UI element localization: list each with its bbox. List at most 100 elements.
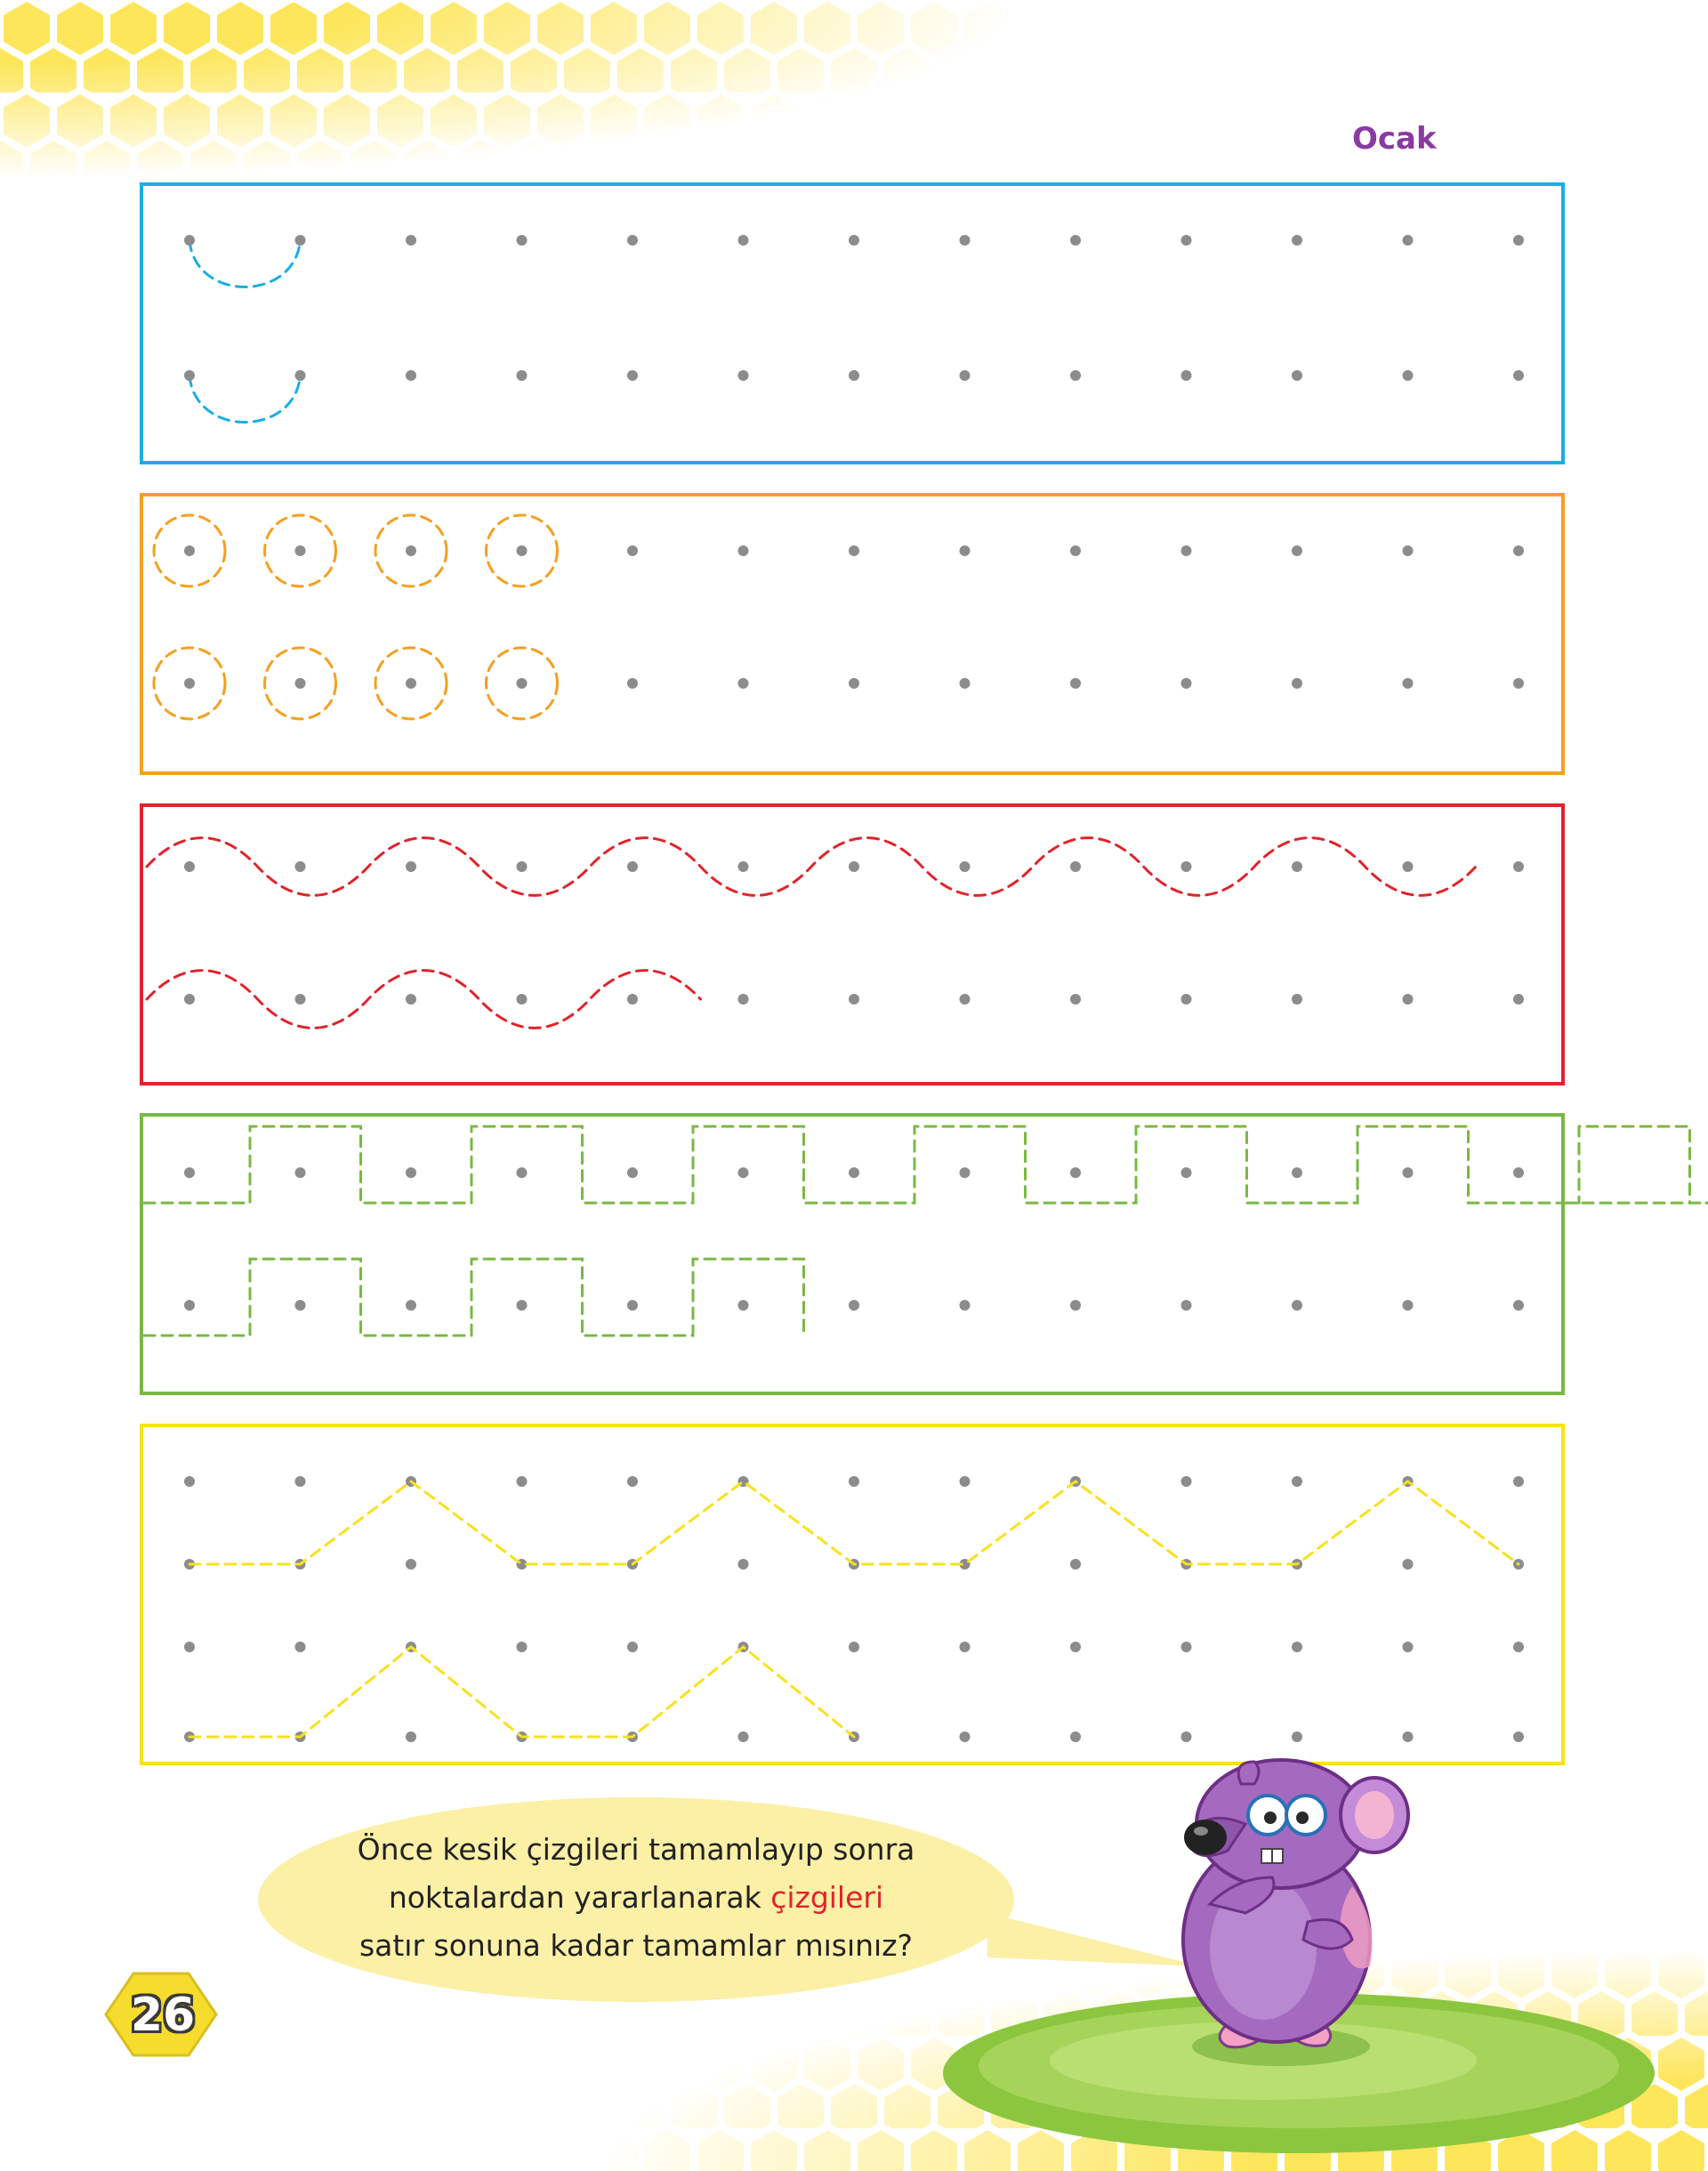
- guide-dot: [1180, 1167, 1192, 1178]
- guide-dot: [184, 1300, 195, 1311]
- guide-dot: [516, 1300, 528, 1311]
- guide-dot: [406, 861, 416, 872]
- guide-dot: [849, 861, 859, 872]
- guide-dot: [1513, 1731, 1524, 1742]
- guide-dot: [1402, 1642, 1414, 1652]
- guide-dot: [294, 1642, 306, 1652]
- guide-dot: [1402, 1300, 1414, 1311]
- month-label: Ocak: [1352, 121, 1437, 157]
- guide-dot: [1402, 1559, 1414, 1570]
- guide-dot: [1292, 545, 1302, 556]
- guide-dot: [1292, 1731, 1302, 1742]
- guide-dot: [627, 370, 638, 381]
- guide-dot: [849, 545, 859, 556]
- guide-dot: [627, 545, 638, 556]
- guide-dot: [1292, 1476, 1302, 1487]
- guide-dot: [1513, 370, 1524, 381]
- guide-dot: [849, 678, 859, 689]
- guide-dot: [1292, 1642, 1302, 1652]
- guide-dot: [184, 1167, 195, 1178]
- guide-dot: [1402, 861, 1414, 872]
- guide-dot: [184, 370, 195, 381]
- guide-dot: [1513, 1642, 1524, 1652]
- guide-dot: [1070, 994, 1081, 1005]
- guide-dot: [516, 994, 528, 1005]
- guide-dot: [1402, 1731, 1414, 1742]
- instruction-highlight-word: çizgileri: [770, 1880, 884, 1915]
- guide-dot: [1513, 678, 1524, 689]
- guide-dot: [849, 1642, 859, 1652]
- guide-dot: [849, 235, 859, 246]
- guide-dot: [1180, 545, 1192, 556]
- guide-dot: [294, 370, 306, 381]
- guide-dot: [627, 1300, 638, 1311]
- guide-dot: [959, 1300, 971, 1311]
- guide-dot: [737, 235, 749, 246]
- dashed-arc-row: [188, 238, 302, 288]
- guide-dot: [1180, 678, 1192, 689]
- guide-dot: [1402, 545, 1414, 556]
- guide-dot: [294, 235, 306, 246]
- guide-dot: [959, 994, 971, 1005]
- instruction-line-3: satır sonuna kadar tamamlar mısınız?: [359, 1928, 914, 1963]
- guide-dot: [516, 861, 528, 872]
- guide-dot: [1180, 861, 1192, 872]
- guide-dot: [1180, 1300, 1192, 1311]
- exercise-5-yellow: [140, 1424, 1565, 1765]
- guide-dot: [1180, 1731, 1192, 1742]
- guide-dot: [849, 370, 859, 381]
- guide-dot: [1180, 994, 1192, 1005]
- guide-dot: [1402, 678, 1414, 689]
- guide-dot: [627, 994, 638, 1005]
- guide-dot: [1513, 1300, 1524, 1311]
- guide-dot: [184, 861, 195, 872]
- dashed-arc-row: [188, 374, 302, 424]
- guide-dot: [1070, 545, 1081, 556]
- guide-dot: [1292, 1300, 1302, 1311]
- guide-dot: [737, 1167, 749, 1178]
- guide-dot: [1180, 370, 1192, 381]
- guide-dot: [294, 678, 306, 689]
- guide-dot: [959, 545, 971, 556]
- dashed-zigzag-row: [188, 1480, 1520, 1566]
- guide-dot: [737, 1300, 749, 1311]
- guide-dot: [294, 1300, 306, 1311]
- guide-dot: [1292, 678, 1302, 689]
- dashed-zigzag-row: [188, 1645, 856, 1739]
- guide-dot: [294, 1167, 306, 1178]
- dashed-square-wave-row: [142, 1125, 1708, 1205]
- guide-dot: [406, 1559, 416, 1570]
- guide-dot: [627, 1476, 638, 1487]
- guide-dot: [737, 678, 749, 689]
- guide-dot: [737, 1731, 749, 1742]
- guide-dot: [294, 861, 306, 872]
- guide-dot: [1513, 994, 1524, 1005]
- guide-dot: [1292, 370, 1302, 381]
- guide-dot: [1180, 235, 1192, 246]
- guide-dot: [406, 994, 416, 1005]
- guide-dot: [1402, 235, 1414, 246]
- guide-dot: [406, 235, 416, 246]
- guide-dot: [1292, 861, 1302, 872]
- guide-dot: [1513, 861, 1524, 872]
- guide-dot: [1070, 1559, 1081, 1570]
- guide-dot: [516, 545, 528, 556]
- guide-dot: [737, 994, 749, 1005]
- guide-dot: [184, 235, 195, 246]
- guide-dot: [1513, 545, 1524, 556]
- guide-dot: [1402, 1167, 1414, 1178]
- guide-dot: [516, 1642, 528, 1652]
- guide-dot: [1180, 1642, 1192, 1652]
- guide-dot: [1070, 678, 1081, 689]
- guide-dot: [406, 1731, 416, 1742]
- guide-dot: [1070, 1731, 1081, 1742]
- guide-dot: [849, 994, 859, 1005]
- guide-dot: [627, 678, 638, 689]
- guide-dot: [1070, 1300, 1081, 1311]
- exercise-3-red: [140, 803, 1565, 1086]
- dashed-square-wave-row: [142, 1257, 805, 1337]
- instruction-text: Önce kesik çizgileri tamamlayıp sonra no…: [294, 1826, 979, 1970]
- guide-dot: [294, 545, 306, 556]
- guide-dot: [516, 1167, 528, 1178]
- guide-dot: [737, 1559, 749, 1570]
